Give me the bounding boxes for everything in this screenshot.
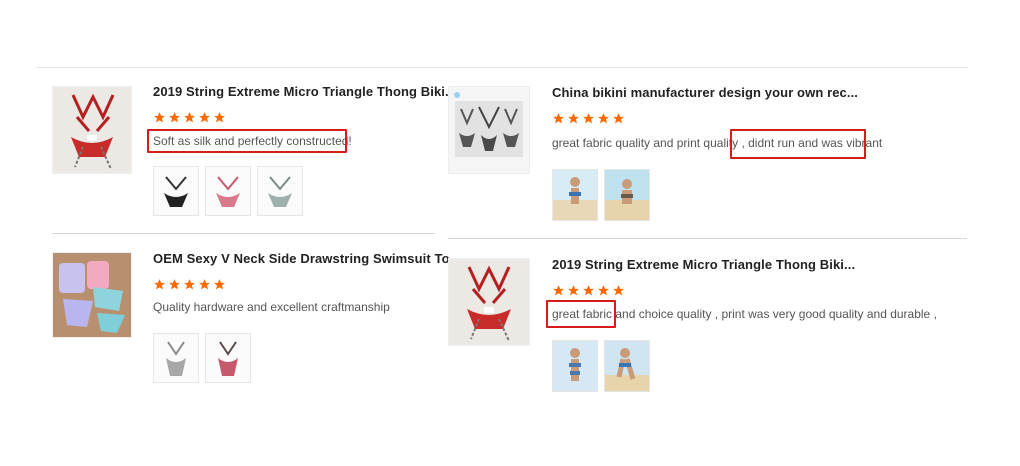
star-icon bbox=[154, 112, 165, 123]
review-photo[interactable] bbox=[604, 169, 650, 221]
star-icon bbox=[199, 279, 210, 290]
highlight-box bbox=[147, 129, 347, 153]
star-icon bbox=[583, 285, 594, 296]
review-text-after: and choice quality , print was very good… bbox=[615, 307, 937, 321]
star-icon bbox=[598, 285, 609, 296]
star-icon bbox=[568, 113, 579, 124]
review-text: Quality hardware and excellent craftmans… bbox=[153, 300, 390, 314]
star-icon bbox=[154, 279, 165, 290]
star-icon bbox=[613, 285, 624, 296]
review-photo[interactable] bbox=[257, 166, 303, 216]
card-divider bbox=[52, 233, 435, 234]
star-icon bbox=[184, 112, 195, 123]
product-title[interactable]: 2019 String Extreme Micro Triangle Thong… bbox=[552, 257, 855, 272]
star-rating bbox=[552, 112, 625, 125]
star-rating bbox=[153, 111, 226, 124]
review-photo[interactable] bbox=[153, 333, 199, 383]
product-thumbnail[interactable] bbox=[448, 258, 530, 346]
star-icon bbox=[583, 113, 594, 124]
star-icon bbox=[598, 113, 609, 124]
review-photo[interactable] bbox=[604, 340, 650, 392]
review-text-before: great fabric quality and print quality , bbox=[552, 136, 745, 150]
star-icon bbox=[214, 279, 225, 290]
star-icon bbox=[613, 113, 624, 124]
review-photo[interactable] bbox=[552, 340, 598, 392]
star-rating bbox=[552, 284, 625, 297]
star-icon bbox=[199, 112, 210, 123]
section-top-divider bbox=[36, 67, 968, 68]
review-photo[interactable] bbox=[205, 333, 251, 383]
review-photo[interactable] bbox=[205, 166, 251, 216]
product-title[interactable]: OEM Sexy V Neck Side Drawstring Swimsuit… bbox=[153, 251, 461, 266]
highlight-box bbox=[546, 300, 616, 328]
review-photo[interactable] bbox=[153, 166, 199, 216]
highlight-box bbox=[730, 129, 866, 159]
product-thumbnail[interactable] bbox=[52, 252, 132, 338]
star-icon bbox=[553, 113, 564, 124]
star-rating bbox=[153, 278, 226, 291]
product-thumbnail[interactable] bbox=[448, 86, 530, 174]
product-title[interactable]: 2019 String Extreme Micro Triangle Thong… bbox=[153, 84, 456, 99]
star-icon bbox=[214, 112, 225, 123]
star-icon bbox=[169, 112, 180, 123]
star-icon bbox=[184, 279, 195, 290]
product-thumbnail[interactable] bbox=[52, 86, 132, 174]
product-title[interactable]: China bikini manufacturer design your ow… bbox=[552, 85, 858, 100]
star-icon bbox=[568, 285, 579, 296]
review-photo[interactable] bbox=[552, 169, 598, 221]
star-icon bbox=[169, 279, 180, 290]
star-icon bbox=[553, 285, 564, 296]
card-divider bbox=[448, 238, 967, 239]
